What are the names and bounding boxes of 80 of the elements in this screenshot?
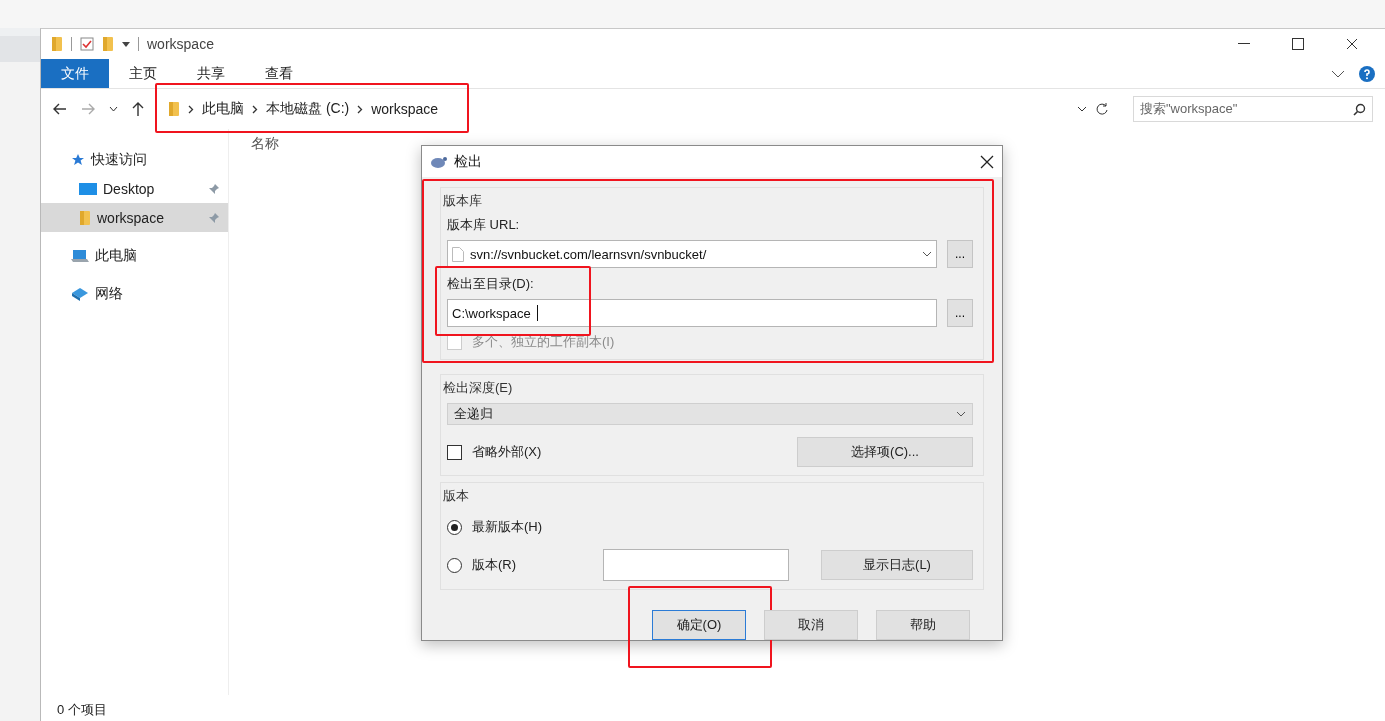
field-label: 版本库 URL:	[447, 216, 521, 234]
sidebar-item[interactable]: workspace	[41, 203, 228, 232]
chevron-right-icon	[357, 104, 364, 114]
radio-button[interactable]	[447, 557, 462, 573]
folder-icon	[79, 209, 91, 226]
chevron-down-icon[interactable]	[1331, 69, 1345, 78]
url-value: svn://svnbucket.com/learnsvn/svnbucket/	[470, 246, 708, 262]
folder-icon	[168, 101, 180, 117]
ribbon-tab[interactable]: 查看	[245, 59, 313, 88]
revision-field[interactable]	[603, 549, 789, 581]
checkbox-label: 多个、独立的工作副本(I)	[472, 333, 615, 351]
properties-icon[interactable]	[80, 37, 94, 51]
search-field[interactable]: 搜索"workspace"	[1133, 96, 1373, 122]
checkbox-label: 省略外部(X)	[472, 443, 542, 461]
directory-value: C:\workspace	[452, 305, 531, 321]
close-icon[interactable]	[980, 154, 994, 169]
dialog-button[interactable]: 确定(O)	[652, 610, 746, 640]
dropdown-icon[interactable]	[122, 40, 130, 48]
ribbon-tab[interactable]: 共享	[177, 59, 245, 88]
group-legend: 版本库	[443, 192, 973, 210]
options-button[interactable]: 选择项(C)...	[797, 437, 973, 467]
sidebar-label: 快速访问	[91, 150, 148, 169]
pin-icon[interactable]	[208, 182, 220, 195]
chevron-down-icon	[922, 251, 932, 257]
sidebar-item[interactable]: 快速访问	[41, 145, 228, 174]
breadcrumb-item[interactable]: workspace	[371, 101, 439, 117]
folder-icon	[102, 36, 114, 52]
column-header[interactable]: 名称	[251, 135, 279, 153]
sidebar-label: workspace	[97, 209, 165, 226]
group-legend: 版本	[443, 487, 973, 505]
field-label: 检出至目录(D):	[447, 276, 534, 291]
depth-value: 全递归	[454, 405, 493, 423]
breadcrumb-item[interactable]: 本地磁盘 (C:)	[266, 100, 350, 118]
search-placeholder: 搜索"workspace"	[1140, 100, 1238, 118]
ribbon-tab[interactable]: 文件	[41, 59, 109, 88]
chevron-right-icon	[188, 104, 194, 114]
desktop-icon	[79, 181, 97, 196]
document-icon	[452, 246, 464, 262]
group-legend: 检出深度(E)	[443, 379, 973, 397]
browse-button[interactable]: ...	[947, 240, 973, 268]
breadcrumb-item[interactable]: 此电脑	[202, 100, 244, 118]
star-icon	[71, 152, 85, 167]
chevron-right-icon	[252, 104, 258, 114]
radio-button[interactable]	[447, 519, 462, 535]
search-icon	[1353, 102, 1366, 116]
turtle-icon	[430, 154, 448, 169]
folder-icon	[51, 36, 63, 52]
close-icon[interactable]	[1346, 38, 1358, 50]
up-arrow-icon[interactable]	[132, 102, 144, 116]
refresh-icon[interactable]	[1095, 102, 1109, 116]
sidebar-item[interactable]: 网络	[41, 279, 228, 308]
url-combo[interactable]: svn://svnbucket.com/learnsvn/svnbucket/	[447, 240, 937, 268]
dialog-button[interactable]: 取消	[764, 610, 858, 640]
dialog-button[interactable]: 帮助	[876, 610, 970, 640]
sidebar-item[interactable]: Desktop	[41, 174, 228, 203]
chevron-down-icon[interactable]	[1077, 106, 1087, 112]
sidebar-item[interactable]: 此电脑	[41, 241, 228, 270]
sidebar-label: 网络	[95, 284, 124, 303]
chevron-down-icon	[956, 411, 966, 417]
address-bar[interactable]: 此电脑 本地磁盘 (C:) workspace	[158, 95, 1119, 123]
window-title: workspace	[147, 36, 214, 52]
sidebar-label: Desktop	[103, 180, 156, 197]
maximize-icon[interactable]	[1292, 38, 1304, 50]
radio-label: 最新版本(H)	[472, 518, 543, 536]
chevron-down-icon[interactable]	[109, 106, 118, 112]
computer-icon	[71, 248, 89, 263]
ribbon-tab[interactable]: 主页	[109, 59, 177, 88]
show-log-button[interactable]: 显示日志(L)	[821, 550, 973, 580]
sidebar-label: 此电脑	[95, 246, 138, 265]
checkbox[interactable]	[447, 444, 462, 460]
status-text: 0 个项目	[57, 701, 107, 719]
back-arrow-icon[interactable]	[53, 103, 67, 115]
dialog-title: 检出	[454, 152, 482, 171]
depth-combo[interactable]: 全递归	[447, 403, 973, 425]
browse-button[interactable]: ...	[947, 299, 973, 327]
radio-label: 版本(R)	[472, 556, 517, 574]
directory-field[interactable]: C:\workspace	[447, 299, 937, 327]
network-icon	[71, 286, 89, 301]
minimize-icon[interactable]	[1238, 43, 1250, 45]
help-icon[interactable]	[1359, 65, 1375, 82]
